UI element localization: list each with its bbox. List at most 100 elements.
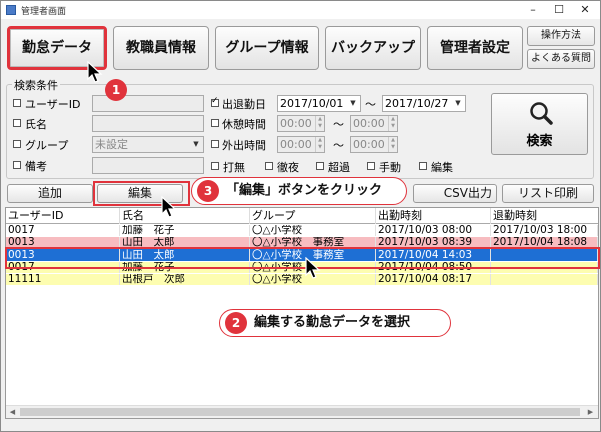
- cursor-arrow-icon: [87, 61, 103, 83]
- step2-text: 編集する勤怠データを選択: [254, 315, 411, 330]
- cell-in-time: 2017/10/03 08:00: [376, 225, 491, 236]
- step2-badge: 2: [225, 312, 247, 334]
- csv-export-button[interactable]: CSV出力: [413, 184, 497, 203]
- user-id-label: ユーザーID: [25, 98, 81, 111]
- spin-icon: ▲ ▼: [388, 137, 397, 152]
- scroll-left-icon[interactable]: ◀: [6, 406, 19, 418]
- table-row[interactable]: 11111 出根戸 次郎 〇△小学校 2017/10/04 08:17: [6, 274, 598, 285]
- group-select[interactable]: 未設定 ▼: [92, 136, 204, 153]
- horizontal-scrollbar[interactable]: ◀ ▶: [6, 405, 598, 418]
- scrollbar-thumb[interactable]: [20, 408, 580, 416]
- group-checkbox[interactable]: [13, 140, 21, 148]
- search-button-label: 検索: [526, 134, 553, 149]
- rest-time-label: 休憩時間: [222, 118, 266, 131]
- out-time-checkbox[interactable]: [211, 140, 219, 148]
- spin-icon: ▲ ▼: [388, 116, 397, 131]
- cursor-arrow-icon: [305, 257, 321, 279]
- flag-henshu-checkbox[interactable]: [419, 162, 427, 170]
- cell-user-id: 0017: [6, 225, 120, 236]
- window-title: 管理者画面: [21, 7, 67, 17]
- flag-tetsuya-checkbox[interactable]: [265, 162, 273, 170]
- faq-button[interactable]: よくある質問: [527, 49, 595, 69]
- cell-name: 加藤 花子: [120, 225, 250, 236]
- out-time-label: 外出時間: [222, 139, 266, 152]
- note-checkbox[interactable]: [13, 161, 21, 169]
- name-checkbox[interactable]: [13, 119, 21, 127]
- note-label: 備考: [25, 160, 47, 173]
- spin-icon: ▲ ▼: [315, 137, 324, 152]
- col-header-user-id[interactable]: ユーザーID: [6, 208, 120, 224]
- rest-time-from[interactable]: 00:00 ▲ ▼: [277, 115, 325, 132]
- step1-badge: 1: [105, 79, 127, 101]
- flag-shudo-label: 手動: [379, 161, 401, 174]
- chevron-down-icon: ▼: [350, 99, 356, 107]
- attend-date-to[interactable]: 2017/10/27 ▼: [382, 95, 466, 112]
- grid-header: ユーザーID 氏名 グループ 出勤時刻 退勤時刻: [6, 208, 598, 224]
- name-input[interactable]: [92, 115, 204, 132]
- print-list-button[interactable]: リスト印刷: [502, 184, 594, 203]
- step2-callout: 編集する勤怠データを選択: [219, 309, 451, 337]
- group-info-button[interactable]: グループ情報: [215, 26, 319, 70]
- rest-time-checkbox[interactable]: [211, 119, 219, 127]
- table-row[interactable]: 0017 加藤 花子 〇△小学校 2017/10/03 08:00 2017/10/03…: [6, 225, 598, 236]
- backup-button[interactable]: バックアップ: [325, 26, 421, 70]
- admin-window: 管理者画面 – ☐ ✕ 勤怠データ 教職員情報 グループ情報 バックアップ 管理…: [0, 0, 601, 432]
- user-id-checkbox[interactable]: [13, 99, 21, 107]
- group-select-value: 未設定: [95, 138, 128, 151]
- attend-date-to-value: 2017/10/27: [385, 97, 449, 110]
- col-header-group[interactable]: グループ: [250, 208, 376, 224]
- attend-date-from-value: 2017/10/01: [280, 97, 344, 110]
- staff-info-button[interactable]: 教職員情報: [113, 26, 209, 70]
- search-button[interactable]: 検索: [491, 93, 588, 155]
- out-time-from-value: 00:00: [280, 138, 312, 151]
- add-button[interactable]: 追加: [7, 184, 93, 203]
- flag-shudo-checkbox[interactable]: [367, 162, 375, 170]
- col-header-name[interactable]: 氏名: [120, 208, 250, 224]
- group-label: グループ: [25, 139, 69, 152]
- title-bar: 管理者画面 – ☐ ✕: [1, 1, 600, 19]
- cell-out-time: 2017/10/03 18:00: [491, 225, 598, 236]
- manual-button[interactable]: 操作方法: [527, 26, 595, 46]
- range-separator: ～: [333, 118, 344, 131]
- chevron-down-icon: ▼: [193, 140, 199, 148]
- cursor-arrow-icon: [161, 196, 177, 218]
- search-icon: [530, 102, 553, 125]
- out-time-from[interactable]: 00:00 ▲ ▼: [277, 136, 325, 153]
- close-button[interactable]: ✕: [574, 2, 596, 17]
- out-time-to[interactable]: 00:00 ▲ ▼: [350, 136, 398, 153]
- cell-out-time: [491, 274, 598, 285]
- flag-henshu-label: 編集: [431, 161, 453, 174]
- rest-time-to-value: 00:00: [353, 117, 385, 130]
- name-label: 氏名: [25, 118, 47, 131]
- range-separator: ～: [333, 139, 344, 152]
- step3-badge: 3: [197, 180, 219, 202]
- minimize-button[interactable]: –: [522, 2, 544, 17]
- flag-dakumu-label: 打無: [223, 161, 245, 174]
- rest-time-from-value: 00:00: [280, 117, 312, 130]
- app-icon: [6, 5, 16, 15]
- flag-choka-checkbox[interactable]: [316, 162, 324, 170]
- search-conditions-legend: 検索条件: [12, 77, 60, 93]
- cell-in-time: 2017/10/04 08:17: [376, 274, 491, 285]
- flag-dakumu-checkbox[interactable]: [211, 162, 219, 170]
- step3-callout: 「編集」ボタンをクリック: [191, 177, 407, 205]
- admin-settings-button[interactable]: 管理者設定: [427, 26, 523, 70]
- attend-date-from[interactable]: 2017/10/01 ▼: [277, 95, 361, 112]
- col-header-out-time[interactable]: 退勤時刻: [491, 208, 598, 224]
- cell-group: 〇△小学校: [250, 225, 376, 236]
- flag-choka-label: 超過: [328, 161, 350, 174]
- scroll-right-icon[interactable]: ▶: [584, 406, 597, 418]
- out-time-to-value: 00:00: [353, 138, 385, 151]
- cell-user-id: 11111: [6, 274, 120, 285]
- selection-highlight-frame: [5, 247, 600, 269]
- step3-text: 「編集」ボタンをクリック: [226, 183, 383, 198]
- attend-date-label: 出退勤日: [222, 98, 266, 111]
- spin-icon: ▲ ▼: [315, 116, 324, 131]
- cell-name: 出根戸 次郎: [120, 274, 250, 285]
- rest-time-to[interactable]: 00:00 ▲ ▼: [350, 115, 398, 132]
- maximize-button[interactable]: ☐: [548, 2, 570, 17]
- col-header-in-time[interactable]: 出勤時刻: [376, 208, 491, 224]
- note-input[interactable]: [92, 157, 204, 174]
- attend-date-checkbox[interactable]: [211, 96, 219, 107]
- range-separator: ～: [365, 98, 376, 111]
